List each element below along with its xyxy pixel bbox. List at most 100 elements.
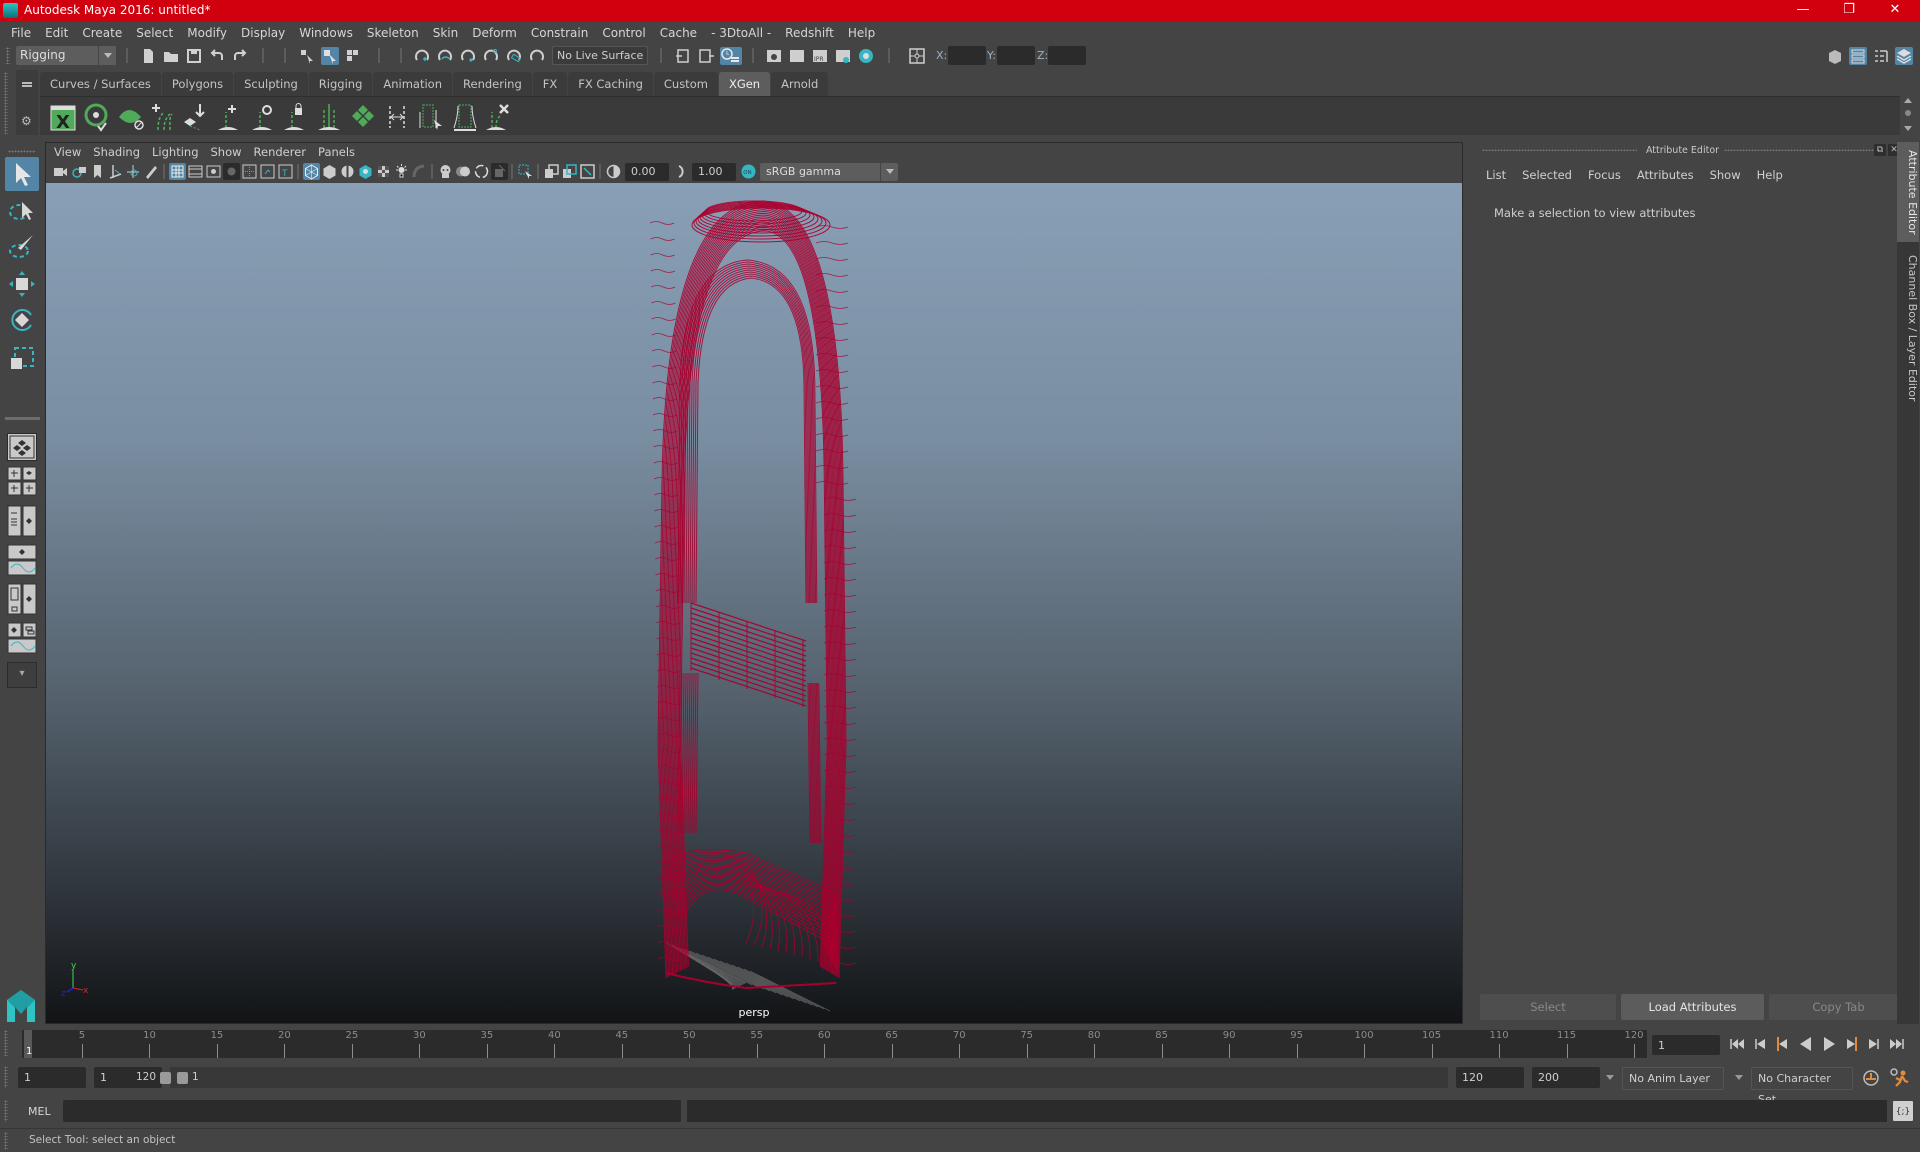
shelf-grip[interactable] — [4, 72, 8, 134]
ae-menu-attributes[interactable]: Attributes — [1629, 166, 1702, 184]
range-end-handle[interactable] — [160, 1072, 171, 1084]
output-ops-icon[interactable] — [697, 47, 715, 65]
hypershade-icon[interactable] — [857, 47, 875, 65]
rotate-tool-icon[interactable] — [5, 303, 39, 337]
screen-space-ao-icon[interactable] — [437, 163, 454, 180]
sculpt-grid-icon[interactable] — [348, 102, 378, 132]
wireframe-model[interactable] — [46, 183, 1462, 1023]
script-editor-icon[interactable]: {;} — [1893, 1101, 1913, 1121]
playback-end-field[interactable]: 120 — [1456, 1067, 1524, 1088]
motion-blur-icon[interactable] — [455, 163, 472, 180]
add-guides-icon[interactable] — [148, 102, 178, 132]
ae-menu-selected[interactable]: Selected — [1514, 166, 1580, 184]
step-back-key-icon[interactable] — [1750, 1033, 1770, 1055]
menu-control[interactable]: Control — [595, 22, 652, 44]
menu-create[interactable]: Create — [75, 22, 129, 44]
shelf-tab-arnold[interactable]: Arnold — [771, 72, 829, 96]
more-layouts-button[interactable]: ▾ — [7, 662, 37, 688]
snap-curve-icon[interactable] — [436, 47, 454, 65]
shelf-tab-animation[interactable]: Animation — [373, 72, 453, 96]
attribute-editor-toggle-icon[interactable] — [1849, 47, 1867, 65]
xgen-window-icon[interactable]: X — [48, 102, 78, 133]
persp-outliner-layout[interactable] — [7, 505, 37, 537]
snap-projected-center-icon[interactable] — [482, 47, 500, 65]
menu-redshift[interactable]: Redshift — [778, 22, 841, 44]
xgen-clear-icon[interactable] — [116, 102, 146, 132]
xray-icon[interactable] — [543, 163, 560, 180]
menu-modify[interactable]: Modify — [180, 22, 234, 44]
step-forward-frame-icon[interactable] — [1842, 1033, 1862, 1055]
select-tool-icon[interactable] — [5, 157, 39, 191]
tab-attribute-editor[interactable]: Attribute Editor — [1897, 142, 1919, 242]
close-button[interactable]: ✕ — [1872, 0, 1918, 22]
shelf-tab-rigging[interactable]: Rigging — [308, 72, 373, 96]
tab-channel-box-layer-editor[interactable]: Channel Box / Layer Editor — [1897, 247, 1919, 407]
step-forward-key-icon[interactable] — [1864, 1033, 1884, 1055]
command-line-grip[interactable] — [4, 1100, 8, 1122]
animation-start-field[interactable]: 1 — [18, 1067, 86, 1088]
guide-box-icon[interactable] — [450, 102, 480, 132]
select-guide-icon[interactable] — [248, 102, 278, 132]
textured-icon[interactable] — [375, 163, 392, 180]
save-scene-icon[interactable] — [185, 47, 203, 65]
play-forwards-icon[interactable] — [1819, 1033, 1839, 1055]
resolution-gate-icon[interactable] — [205, 163, 222, 180]
toolbox-grip[interactable] — [8, 150, 36, 153]
viewport-menu-lighting[interactable]: Lighting — [146, 143, 204, 161]
go-to-start-icon[interactable] — [1727, 1033, 1747, 1055]
menu-select[interactable]: Select — [129, 22, 180, 44]
move-guides-icon[interactable] — [180, 102, 210, 132]
default-material-icon[interactable] — [339, 163, 356, 180]
animation-end-field[interactable]: 200 — [1532, 1067, 1600, 1088]
ae-menu-help[interactable]: Help — [1749, 166, 1791, 184]
depth-of-field-icon[interactable] — [491, 163, 508, 180]
gamma-icon[interactable] — [673, 163, 690, 180]
shelf-menu-icon[interactable] — [22, 82, 32, 84]
range-slider-grip[interactable] — [4, 1066, 8, 1088]
range-slider[interactable]: 1 120 — [136, 1067, 1448, 1088]
shelf-scroll-down-icon[interactable] — [1904, 126, 1912, 131]
viewport-menu-show[interactable]: Show — [205, 143, 248, 161]
shelf-tab-rendering[interactable]: Rendering — [453, 72, 532, 96]
transform-constraint-icon[interactable] — [908, 47, 926, 65]
shelf-settings-gear-icon[interactable]: ⚙ — [21, 114, 32, 128]
command-language-toggle[interactable]: MEL — [28, 1105, 51, 1118]
shelf-tab-fx[interactable]: FX — [532, 72, 568, 96]
grid-toggle-icon[interactable] — [169, 163, 186, 180]
range-start-handle[interactable] — [177, 1072, 188, 1084]
view-transform-dropdown[interactable]: sRGB gamma — [760, 163, 898, 181]
safe-action-icon[interactable] — [259, 163, 276, 180]
minimize-button[interactable]: — — [1780, 0, 1826, 22]
z-field[interactable] — [1048, 46, 1086, 65]
viewport-menu-shading[interactable]: Shading — [87, 143, 146, 161]
smooth-shade-icon[interactable] — [321, 163, 338, 180]
use-all-lights-icon[interactable] — [393, 163, 410, 180]
step-back-frame-icon[interactable] — [1772, 1033, 1792, 1055]
xray-active-components-icon[interactable] — [561, 163, 578, 180]
menu-file[interactable]: File — [0, 22, 38, 44]
copy-tab-button[interactable]: Copy Tab — [1769, 994, 1908, 1020]
play-backwards-icon[interactable] — [1796, 1033, 1816, 1055]
status-line-grip[interactable] — [6, 47, 10, 64]
wireframe-icon[interactable] — [303, 163, 320, 180]
current-frame-field[interactable]: 1 — [1652, 1035, 1720, 1055]
go-to-end-icon[interactable] — [1887, 1033, 1907, 1055]
shelf-scroll-up-icon[interactable] — [1904, 98, 1912, 103]
modeling-toolkit-icon[interactable] — [1826, 47, 1844, 65]
ae-menu-show[interactable]: Show — [1702, 166, 1749, 184]
shelf-tab-curves-surfaces[interactable]: Curves / Surfaces — [40, 72, 161, 96]
shelf-scroll[interactable] — [1900, 96, 1916, 135]
gate-mask-icon[interactable] — [223, 163, 240, 180]
multisample-aa-icon[interactable] — [473, 163, 490, 180]
shelf-menu-dot-icon[interactable] — [1905, 110, 1911, 116]
snap-point-icon[interactable] — [459, 47, 477, 65]
menu-3dtoall[interactable]: - 3DtoAll - — [704, 22, 778, 44]
color-management-toggle-icon[interactable]: ON — [740, 163, 757, 180]
menu-cache[interactable]: Cache — [653, 22, 704, 44]
ipr-render-icon[interactable] — [788, 47, 806, 65]
image-plane-icon[interactable] — [107, 163, 124, 180]
gamma-field[interactable]: 1.00 — [692, 163, 736, 181]
shadows-icon[interactable] — [411, 163, 428, 180]
persp-graph-layout[interactable] — [7, 544, 37, 577]
lock-guide-icon[interactable] — [280, 102, 310, 132]
